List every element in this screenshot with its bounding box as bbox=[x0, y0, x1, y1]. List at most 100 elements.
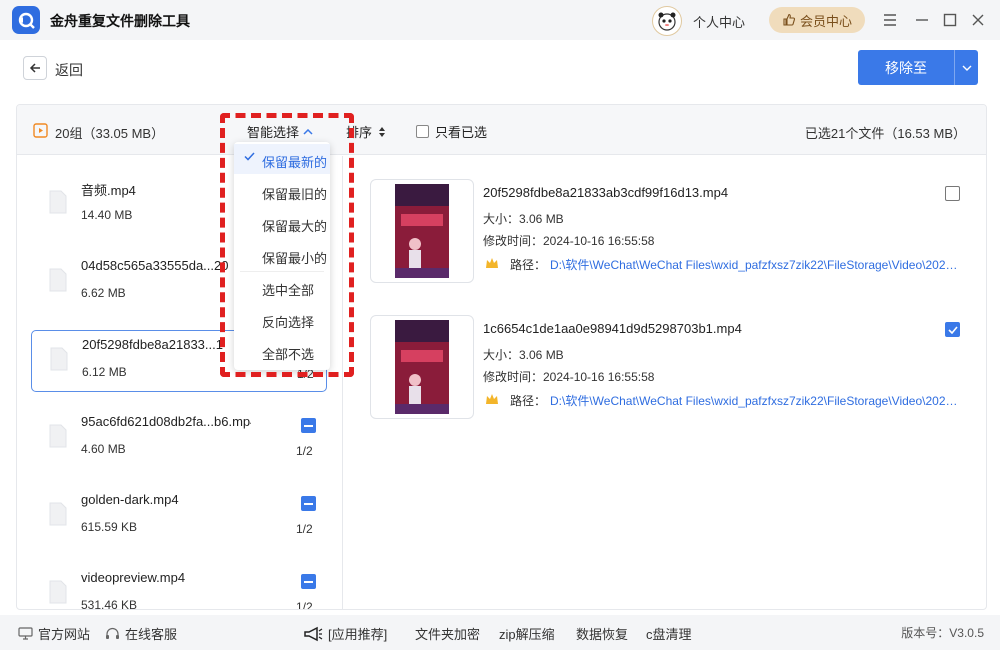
dropdown-item-label: 保留最大的 bbox=[262, 219, 328, 234]
file-icon bbox=[49, 424, 67, 448]
app-recommend-link[interactable]: [应用推荐] bbox=[303, 624, 387, 643]
headset-icon bbox=[106, 627, 119, 639]
vip-center-label: 会员中心 bbox=[799, 13, 852, 29]
file-icon bbox=[49, 268, 67, 292]
only-selected-checkbox[interactable]: 只看已选 bbox=[416, 122, 487, 141]
dropdown-item-select-none[interactable]: 全部不选 bbox=[234, 336, 330, 366]
group-item[interactable]: golden-dark.mp4 615.59 KB 1/2 bbox=[31, 486, 327, 548]
check-icon bbox=[244, 152, 255, 161]
crown-icon bbox=[486, 258, 498, 268]
group-size: 531.46 KB bbox=[81, 598, 138, 610]
chevron-down-icon[interactable] bbox=[954, 50, 978, 85]
back-button[interactable] bbox=[23, 56, 47, 80]
group-name: 音频.mp4 bbox=[81, 183, 136, 198]
dropdown-item-label: 全部不选 bbox=[262, 347, 315, 362]
vip-center-button[interactable]: 会员中心 bbox=[769, 7, 865, 33]
file-modified-time: 修改时间：2024-10-16 16:55:58 bbox=[483, 370, 655, 384]
sort-label: 排序 bbox=[346, 125, 373, 140]
results-toolbar: 20组（33.05 MB） 智能选择 排序 只看已选 已选21个文件（16.53… bbox=[17, 105, 986, 155]
file-checkbox[interactable] bbox=[945, 186, 960, 201]
back-label[interactable]: 返回 bbox=[55, 60, 83, 80]
only-selected-label: 只看已选 bbox=[435, 125, 488, 140]
folder-encrypt-link[interactable]: 文件夹加密 bbox=[415, 624, 480, 643]
dropdown-item-label: 保留最新的 bbox=[262, 155, 328, 170]
zip-label: zip解压缩 bbox=[499, 627, 555, 642]
group-size: 615.59 KB bbox=[81, 520, 138, 534]
file-checkbox-checked[interactable] bbox=[945, 322, 960, 337]
online-support-link[interactable]: 在线客服 bbox=[105, 624, 177, 643]
version-label: 版本号：V3.0.5 bbox=[901, 626, 984, 640]
group-name: golden-dark.mp4 bbox=[81, 492, 179, 507]
file-path-link[interactable]: D:\软件\WeChat\WeChat Files\wxid_pafzfxsz7… bbox=[550, 392, 960, 409]
zip-link[interactable]: zip解压缩 bbox=[499, 624, 555, 643]
minimize-icon[interactable] bbox=[912, 10, 932, 30]
data-recovery-link[interactable]: 数据恢复 bbox=[576, 624, 628, 643]
video-thumbnail[interactable] bbox=[370, 315, 474, 419]
close-icon[interactable] bbox=[968, 10, 988, 30]
dropdown-item-label: 反向选择 bbox=[262, 315, 315, 330]
app-logo-icon bbox=[12, 6, 40, 34]
video-thumbnail[interactable] bbox=[370, 179, 474, 283]
group-count: 1/2 bbox=[296, 444, 313, 458]
selected-summary: 已选21个文件（16.53 MB） bbox=[804, 126, 966, 141]
user-center-link[interactable]: 个人中心 bbox=[693, 12, 745, 31]
dropdown-item-keep-newest[interactable]: 保留最新的 bbox=[234, 144, 330, 174]
file-icon bbox=[49, 502, 67, 526]
file-detail-list: 20f5298fdbe8a21833ab3cdf99f16d13.mp4 大小：… bbox=[344, 156, 986, 609]
official-website-link[interactable]: 官方网站 bbox=[18, 624, 90, 643]
group-summary: 20组（33.05 MB） bbox=[55, 126, 165, 141]
group-count: 1/2 bbox=[296, 600, 313, 610]
file-icon bbox=[50, 347, 68, 371]
file-card[interactable]: 20f5298fdbe8a21833ab3cdf99f16d13.mp4 大小：… bbox=[370, 179, 970, 285]
file-card[interactable]: 1c6654c1de1aa0e98941d9d5298703b1.mp4 大小：… bbox=[370, 315, 970, 421]
sort-icon bbox=[379, 126, 386, 137]
chevron-up-icon bbox=[303, 128, 313, 135]
megaphone-icon bbox=[304, 626, 323, 641]
smart-select-dropdown: 保留最新的 保留最旧的 保留最大的 保留最小的 选中全部 反向选择 全部不选 bbox=[234, 142, 330, 370]
file-size: 大小：3.06 MB bbox=[483, 212, 564, 226]
dropdown-item-label: 保留最小的 bbox=[262, 251, 328, 266]
arrow-left-icon bbox=[29, 63, 40, 73]
online-support-label: 在线客服 bbox=[125, 627, 178, 642]
user-avatar-icon[interactable] bbox=[652, 6, 682, 36]
smart-select-label: 智能选择 bbox=[247, 125, 300, 140]
file-path-link[interactable]: D:\软件\WeChat\WeChat Files\wxid_pafzfxsz7… bbox=[550, 256, 960, 273]
dropdown-item-invert-selection[interactable]: 反向选择 bbox=[234, 304, 330, 334]
group-item[interactable]: 95ac6fd621d08db2fa...b6.mp4 4.60 MB 1/2 bbox=[31, 408, 327, 470]
maximize-icon[interactable] bbox=[940, 10, 960, 30]
group-size: 14.40 MB bbox=[81, 208, 133, 222]
file-name: 1c6654c1de1aa0e98941d9d5298703b1.mp4 bbox=[483, 321, 742, 336]
group-size: 6.62 MB bbox=[81, 286, 126, 300]
video-group-icon bbox=[33, 123, 48, 138]
group-name: 95ac6fd621d08db2fa...b6.mp4 bbox=[81, 414, 251, 429]
check-icon bbox=[947, 325, 958, 334]
official-website-label: 官方网站 bbox=[38, 627, 91, 642]
c-drive-clean-label: c盘清理 bbox=[646, 627, 692, 642]
dropdown-item-label: 选中全部 bbox=[262, 283, 315, 298]
group-size: 4.60 MB bbox=[81, 442, 126, 456]
file-name: 20f5298fdbe8a21833ab3cdf99f16d13.mp4 bbox=[483, 185, 729, 200]
group-size: 6.12 MB bbox=[82, 365, 127, 379]
dropdown-item-keep-smallest[interactable]: 保留最小的 bbox=[234, 240, 330, 270]
group-partial-checkbox[interactable] bbox=[301, 574, 316, 589]
file-modified-time: 修改时间：2024-10-16 16:55:58 bbox=[483, 234, 655, 248]
group-partial-checkbox[interactable] bbox=[301, 418, 316, 433]
main-page: 返回 移除至 20组（33.05 MB） 智能选择 排序 只看已选 已选21个文… bbox=[0, 40, 1000, 615]
group-name: 04d58c565a33555da...20 bbox=[81, 258, 229, 273]
sort-toggle[interactable]: 排序 bbox=[346, 122, 386, 141]
dropdown-item-keep-largest[interactable]: 保留最大的 bbox=[234, 208, 330, 238]
app-title: 金舟重复文件删除工具 bbox=[50, 13, 190, 29]
folder-encrypt-label: 文件夹加密 bbox=[415, 627, 481, 642]
group-item[interactable]: videopreview.mp4 531.46 KB 1/2 bbox=[31, 564, 327, 610]
smart-select-toggle[interactable]: 智能选择 bbox=[247, 122, 313, 141]
checkbox-icon bbox=[416, 125, 429, 138]
menu-icon[interactable] bbox=[880, 10, 900, 30]
group-partial-checkbox[interactable] bbox=[301, 496, 316, 511]
footer-bar: 官方网站 在线客服 [应用推荐] 文件夹加密 zip解压缩 数据恢复 c盘清理 … bbox=[0, 615, 1000, 650]
move-to-button[interactable]: 移除至 bbox=[858, 50, 954, 85]
file-path-label: 路径： bbox=[510, 394, 547, 408]
dropdown-item-select-all[interactable]: 选中全部 bbox=[234, 272, 330, 302]
move-to-button-group: 移除至 bbox=[858, 50, 978, 85]
c-drive-clean-link[interactable]: c盘清理 bbox=[646, 624, 692, 643]
dropdown-item-keep-oldest[interactable]: 保留最旧的 bbox=[234, 176, 330, 206]
